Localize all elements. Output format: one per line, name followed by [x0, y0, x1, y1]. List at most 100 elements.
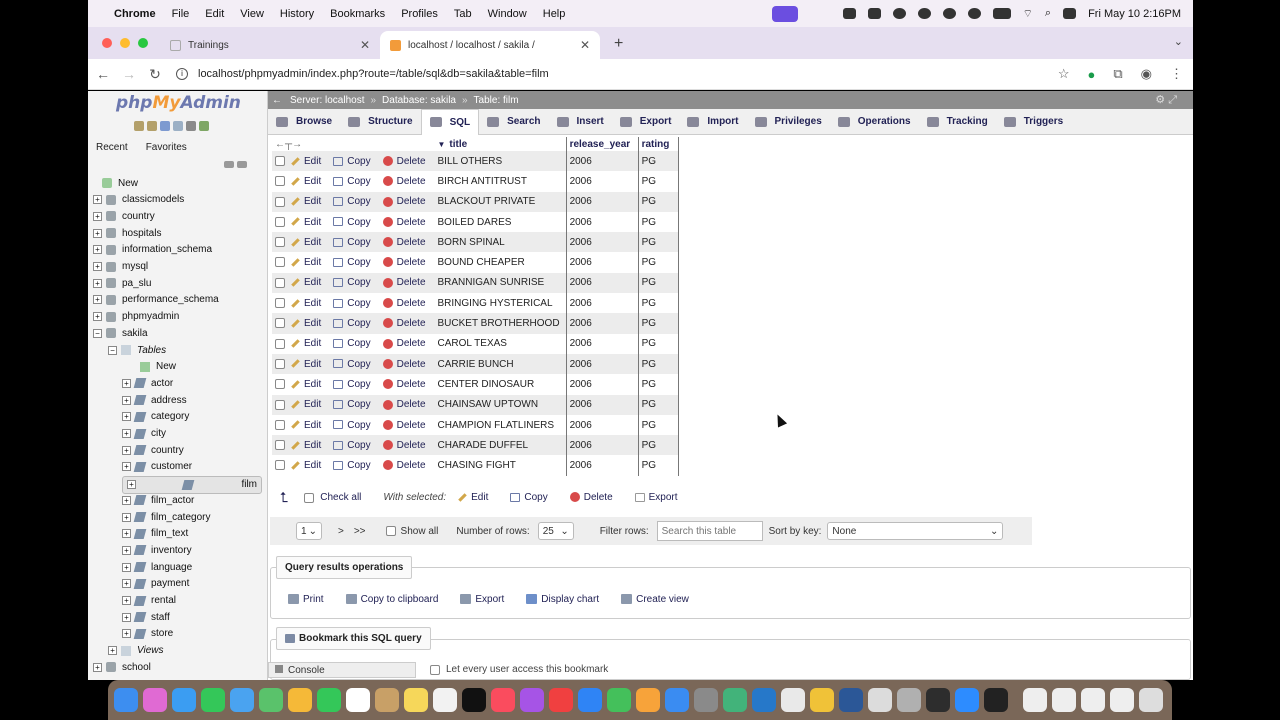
row-edit-button[interactable]: Edit: [291, 257, 321, 268]
tree-item-city[interactable]: + city: [122, 426, 166, 442]
keynote-icon[interactable]: [578, 688, 602, 712]
expand-icon[interactable]: +: [122, 495, 131, 505]
table-row[interactable]: Edit Copy Delete BOILED DARES 2006 PG: [272, 211, 679, 233]
row-copy-button[interactable]: Copy: [333, 156, 371, 167]
row-edit-button[interactable]: Edit: [291, 196, 321, 207]
row-copy-button[interactable]: Copy: [333, 420, 371, 431]
tab-tracking[interactable]: Tracking: [919, 109, 996, 135]
tree-item-views[interactable]: + Views: [108, 643, 164, 659]
row-checkbox[interactable]: [275, 216, 285, 227]
row-delete-button[interactable]: Delete: [382, 237, 426, 248]
cell-title[interactable]: BILL OTHERS: [434, 151, 567, 172]
apple-tv-icon[interactable]: [462, 688, 486, 712]
pages-icon[interactable]: [636, 688, 660, 712]
row-edit-button[interactable]: Edit: [291, 399, 321, 410]
cell-title[interactable]: BOILED DARES: [434, 211, 567, 233]
expand-icon[interactable]: +: [122, 579, 131, 589]
tree-item-film-text[interactable]: + film_text: [122, 526, 188, 542]
menu-help[interactable]: Help: [543, 8, 566, 20]
menu-view[interactable]: View: [240, 8, 264, 20]
browser-tab-trainings[interactable]: Trainings ✕: [160, 31, 380, 59]
document-thumbnail-icon[interactable]: [1081, 688, 1105, 712]
logout-icon[interactable]: [147, 121, 157, 131]
table-row[interactable]: Edit Copy Delete CARRIE BUNCH 2006 PG: [272, 353, 679, 375]
row-checkbox[interactable]: [275, 156, 285, 166]
expand-icon[interactable]: +: [122, 612, 131, 622]
utility-icon[interactable]: [897, 688, 921, 712]
tree-item-film[interactable]: + film: [122, 475, 262, 494]
cell-title[interactable]: BOUND CHEAPER: [434, 252, 567, 273]
row-checkbox[interactable]: [275, 460, 285, 471]
copy-to-clipboard-link[interactable]: Copy to clipboard: [345, 594, 438, 605]
cell-rating[interactable]: PG: [638, 272, 679, 294]
row-copy-button[interactable]: Copy: [333, 359, 371, 370]
filter-rows-input[interactable]: [656, 521, 763, 541]
tree-item-performance-schema[interactable]: + performance_schema: [93, 292, 219, 308]
status-icon[interactable]: [917, 8, 931, 19]
row-edit-button[interactable]: Edit: [291, 156, 321, 167]
expand-icon[interactable]: +: [127, 480, 136, 490]
user-icon[interactable]: [942, 8, 956, 19]
cloud-icon[interactable]: [842, 8, 856, 19]
collapse-icon[interactable]: −: [108, 345, 117, 355]
row-checkbox[interactable]: [275, 257, 285, 268]
expand-icon[interactable]: +: [122, 512, 131, 522]
check-all-label[interactable]: Check all: [320, 492, 361, 503]
row-copy-button[interactable]: Copy: [333, 277, 371, 288]
home-icon[interactable]: [134, 121, 144, 131]
back-arrow-icon[interactable]: ←: [90, 66, 116, 82]
browser-tab-phpmyadmin[interactable]: localhost / localhost / sakila / ✕: [380, 31, 600, 59]
control-center-icon[interactable]: [1063, 8, 1077, 19]
trash-icon[interactable]: [1139, 688, 1163, 712]
forward-arrow-icon[interactable]: →: [116, 66, 142, 82]
page-select[interactable]: 1 ⌄: [296, 522, 322, 540]
create-view-link[interactable]: Create view: [621, 594, 689, 605]
row-checkbox[interactable]: [275, 419, 285, 430]
expand-icon[interactable]: +: [122, 445, 131, 455]
tree-item-film-actor[interactable]: + film_actor: [122, 492, 194, 508]
row-edit-button[interactable]: Edit: [291, 420, 321, 431]
row-copy-button[interactable]: Copy: [333, 440, 371, 451]
row-edit-button[interactable]: Edit: [291, 318, 321, 329]
sort-by-key-select[interactable]: None ⌄: [827, 522, 1004, 540]
cell-rating[interactable]: PG: [638, 313, 679, 334]
extensions-puzzle-icon[interactable]: ⧉: [1113, 66, 1122, 82]
tab-structure[interactable]: Structure: [340, 109, 420, 135]
table-row[interactable]: Edit Copy Delete BILL OTHERS 2006 PG: [272, 151, 679, 172]
row-delete-button[interactable]: Delete: [382, 257, 426, 268]
row-checkbox[interactable]: [275, 338, 285, 349]
expand-icon[interactable]: +: [122, 412, 131, 422]
expand-icon[interactable]: +: [93, 312, 102, 322]
row-delete-button[interactable]: Delete: [382, 399, 426, 410]
expand-icon[interactable]: +: [122, 378, 131, 388]
tree-item-staff[interactable]: + staff: [122, 609, 170, 625]
row-edit-button[interactable]: Edit: [291, 237, 321, 248]
row-delete-button[interactable]: Delete: [382, 196, 426, 207]
document-thumbnail-icon[interactable]: [1110, 688, 1134, 712]
cell-title[interactable]: BLACKOUT PRIVATE: [434, 191, 567, 212]
table-row[interactable]: Edit Copy Delete CAROL TEXAS 2006 PG: [272, 333, 679, 354]
row-delete-button[interactable]: Delete: [382, 440, 426, 451]
table-row[interactable]: Edit Copy Delete CHAMPION FLATLINERS 2006 PG: [272, 414, 679, 436]
row-copy-button[interactable]: Copy: [333, 217, 371, 228]
expand-icon[interactable]: +: [93, 228, 102, 238]
share-bookmark-checkbox[interactable]: [430, 664, 440, 675]
tree-item-customer[interactable]: + customer: [122, 459, 192, 475]
tree-item-film-category[interactable]: + film_category: [122, 509, 210, 525]
expand-icon[interactable]: +: [93, 211, 102, 221]
settings-icon[interactable]: [186, 121, 196, 131]
cell-release-year[interactable]: 2006: [566, 455, 639, 476]
tree-item-rental[interactable]: + rental: [122, 593, 176, 609]
cell-title[interactable]: CHARADE DUFFEL: [434, 435, 567, 456]
row-delete-button[interactable]: Delete: [382, 176, 426, 187]
table-row[interactable]: Edit Copy Delete CHARADE DUFFEL 2006 PG: [272, 435, 679, 456]
contacts-icon[interactable]: [375, 688, 399, 712]
cell-title[interactable]: BRINGING HYSTERICAL: [434, 293, 567, 314]
row-copy-button[interactable]: Copy: [333, 196, 371, 207]
photos-icon[interactable]: [288, 688, 312, 712]
menu-tab[interactable]: Tab: [454, 8, 472, 20]
facetime-icon[interactable]: [317, 688, 341, 712]
numbers-icon[interactable]: [607, 688, 631, 712]
news-icon[interactable]: [549, 688, 573, 712]
row-copy-button[interactable]: Copy: [333, 338, 371, 349]
